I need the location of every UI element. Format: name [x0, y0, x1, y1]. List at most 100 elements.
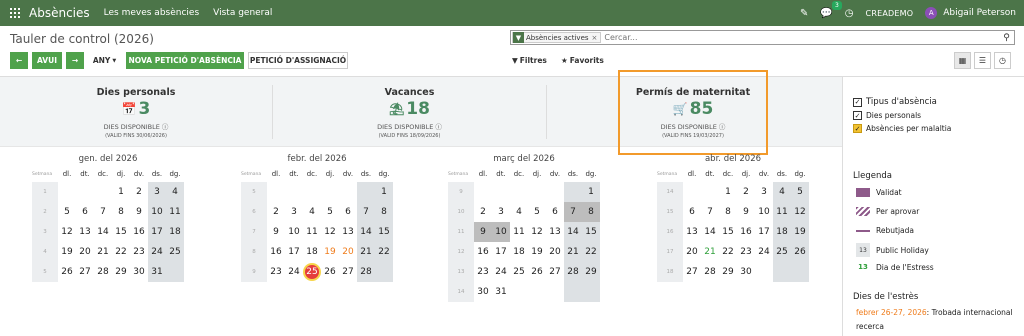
day-cell[interactable]: 10 — [755, 202, 773, 222]
clock-icon[interactable]: ◷ — [845, 8, 854, 19]
day-cell[interactable]: 6 — [546, 202, 564, 222]
app-title[interactable]: Absències — [29, 6, 90, 20]
day-cell[interactable]: 21 — [701, 242, 719, 262]
day-cell[interactable]: 15 — [719, 222, 737, 242]
day-cell[interactable]: 22 — [375, 242, 393, 262]
day-cell[interactable]: 20 — [76, 242, 94, 262]
day-cell[interactable]: 4 — [510, 202, 528, 222]
day-cell[interactable]: 19 — [321, 242, 339, 262]
day-cell[interactable]: 3 — [148, 182, 166, 202]
pencil-icon[interactable]: ✎ — [800, 8, 808, 19]
day-cell[interactable]: 6 — [683, 202, 701, 222]
day-cell[interactable]: 10 — [285, 222, 303, 242]
day-cell[interactable]: 2 — [474, 202, 492, 222]
day-cell[interactable]: 18 — [773, 222, 791, 242]
day-cell[interactable]: 21 — [564, 242, 582, 262]
day-cell[interactable]: 1 — [719, 182, 737, 202]
prev-button[interactable]: ← — [10, 52, 28, 69]
checkbox-all-types[interactable]: ✓ — [853, 97, 862, 107]
day-cell[interactable]: 27 — [683, 262, 701, 282]
day-cell[interactable]: 12 — [321, 222, 339, 242]
company-switcher[interactable]: CREADEMO — [866, 9, 914, 18]
chat-icon[interactable]: 💬 3 — [820, 0, 842, 19]
type-item-personal[interactable]: ✓ Dies personals — [853, 111, 1024, 120]
day-cell[interactable]: 14 — [357, 222, 375, 242]
day-cell[interactable]: 23 — [474, 262, 492, 282]
day-cell[interactable]: 13 — [683, 222, 701, 242]
next-button[interactable]: → — [66, 52, 84, 69]
day-cell[interactable]: 26 — [321, 262, 339, 282]
day-cell[interactable]: 17 — [285, 242, 303, 262]
filters-button[interactable]: ▼ Filtres — [512, 52, 547, 69]
day-cell[interactable]: 23 — [130, 242, 148, 262]
day-cell[interactable]: 3 — [285, 202, 303, 222]
day-cell[interactable]: 13 — [546, 222, 564, 242]
search-input[interactable] — [601, 33, 999, 42]
day-cell[interactable]: 7 — [357, 202, 375, 222]
day-cell[interactable]: 31 — [492, 282, 510, 302]
day-cell[interactable]: 26 — [791, 242, 809, 262]
day-cell[interactable]: 19 — [791, 222, 809, 242]
day-cell[interactable]: 19 — [528, 242, 546, 262]
day-cell[interactable]: 28 — [357, 262, 375, 282]
day-cell[interactable]: 4 — [166, 182, 184, 202]
day-cell[interactable]: 24 — [492, 262, 510, 282]
checkbox-personal[interactable]: ✓ — [853, 111, 862, 120]
menu-overview[interactable]: Vista general — [213, 8, 272, 18]
day-cell[interactable]: 23 — [267, 262, 285, 282]
day-cell[interactable]: 11 — [510, 222, 528, 242]
list-view-button[interactable]: ☰ — [974, 52, 991, 69]
day-cell[interactable]: 9 — [737, 202, 755, 222]
day-cell[interactable]: 22 — [582, 242, 600, 262]
day-cell[interactable]: 6 — [339, 202, 357, 222]
day-cell[interactable]: 14 — [94, 222, 112, 242]
day-cell[interactable]: 25 — [166, 242, 184, 262]
day-cell[interactable]: 8 — [582, 202, 600, 222]
day-cell[interactable]: 2 — [130, 182, 148, 202]
day-cell[interactable]: 11 — [773, 202, 791, 222]
question-icon[interactable]: ⓘ — [435, 123, 442, 131]
day-cell[interactable]: 27 — [76, 262, 94, 282]
day-cell[interactable]: 15 — [375, 222, 393, 242]
day-cell[interactable]: 12 — [528, 222, 546, 242]
day-cell[interactable]: 20 — [683, 242, 701, 262]
day-cell[interactable]: 12 — [58, 222, 76, 242]
facet-remove-icon[interactable]: × — [592, 34, 598, 42]
day-cell[interactable]: 5 — [791, 182, 809, 202]
day-cell[interactable]: 7 — [94, 202, 112, 222]
day-cell[interactable]: 24 — [285, 262, 303, 282]
day-cell[interactable]: 7 — [701, 202, 719, 222]
day-cell[interactable]: 1 — [375, 182, 393, 202]
day-cell[interactable]: 2 — [267, 202, 285, 222]
apps-menu-icon[interactable] — [10, 8, 20, 18]
question-icon[interactable]: ⓘ — [162, 123, 169, 131]
avatar[interactable]: A — [925, 7, 938, 19]
day-cell[interactable]: 16 — [267, 242, 285, 262]
today-button[interactable]: AVUI — [32, 52, 62, 69]
day-cell[interactable]: 17 — [148, 222, 166, 242]
day-cell[interactable]: 24 — [148, 242, 166, 262]
day-cell[interactable]: 11 — [166, 202, 184, 222]
search-icon[interactable]: ⚲ — [999, 33, 1014, 43]
day-cell[interactable]: 8 — [719, 202, 737, 222]
day-cell[interactable]: 27 — [546, 262, 564, 282]
period-dropdown[interactable]: ANY ▼ — [88, 52, 121, 69]
day-cell[interactable]: 20 — [546, 242, 564, 262]
card-vacation[interactable]: Vacances ⛱ 18 DIES DISPONIBLE ⓘ (VALID FI… — [273, 77, 546, 147]
day-cell[interactable]: 8 — [375, 202, 393, 222]
day-cell[interactable]: 13 — [76, 222, 94, 242]
day-cell[interactable]: 2 — [737, 182, 755, 202]
day-cell[interactable]: 18 — [303, 242, 321, 262]
day-cell[interactable]: 24 — [755, 242, 773, 262]
new-absence-button[interactable]: NOVA PETICIÓ D'ABSÈNCIA — [126, 52, 244, 69]
day-cell[interactable]: 18 — [166, 222, 184, 242]
day-cell[interactable]: 17 — [492, 242, 510, 262]
day-cell[interactable]: 5 — [58, 202, 76, 222]
day-cell[interactable]: 28 — [564, 262, 582, 282]
day-cell[interactable]: 8 — [112, 202, 130, 222]
day-cell[interactable]: 19 — [58, 242, 76, 262]
day-cell[interactable]: 10 — [148, 202, 166, 222]
day-cell[interactable]: 11 — [303, 222, 321, 242]
day-cell[interactable]: 15 — [112, 222, 130, 242]
day-cell[interactable]: 21 — [357, 242, 375, 262]
